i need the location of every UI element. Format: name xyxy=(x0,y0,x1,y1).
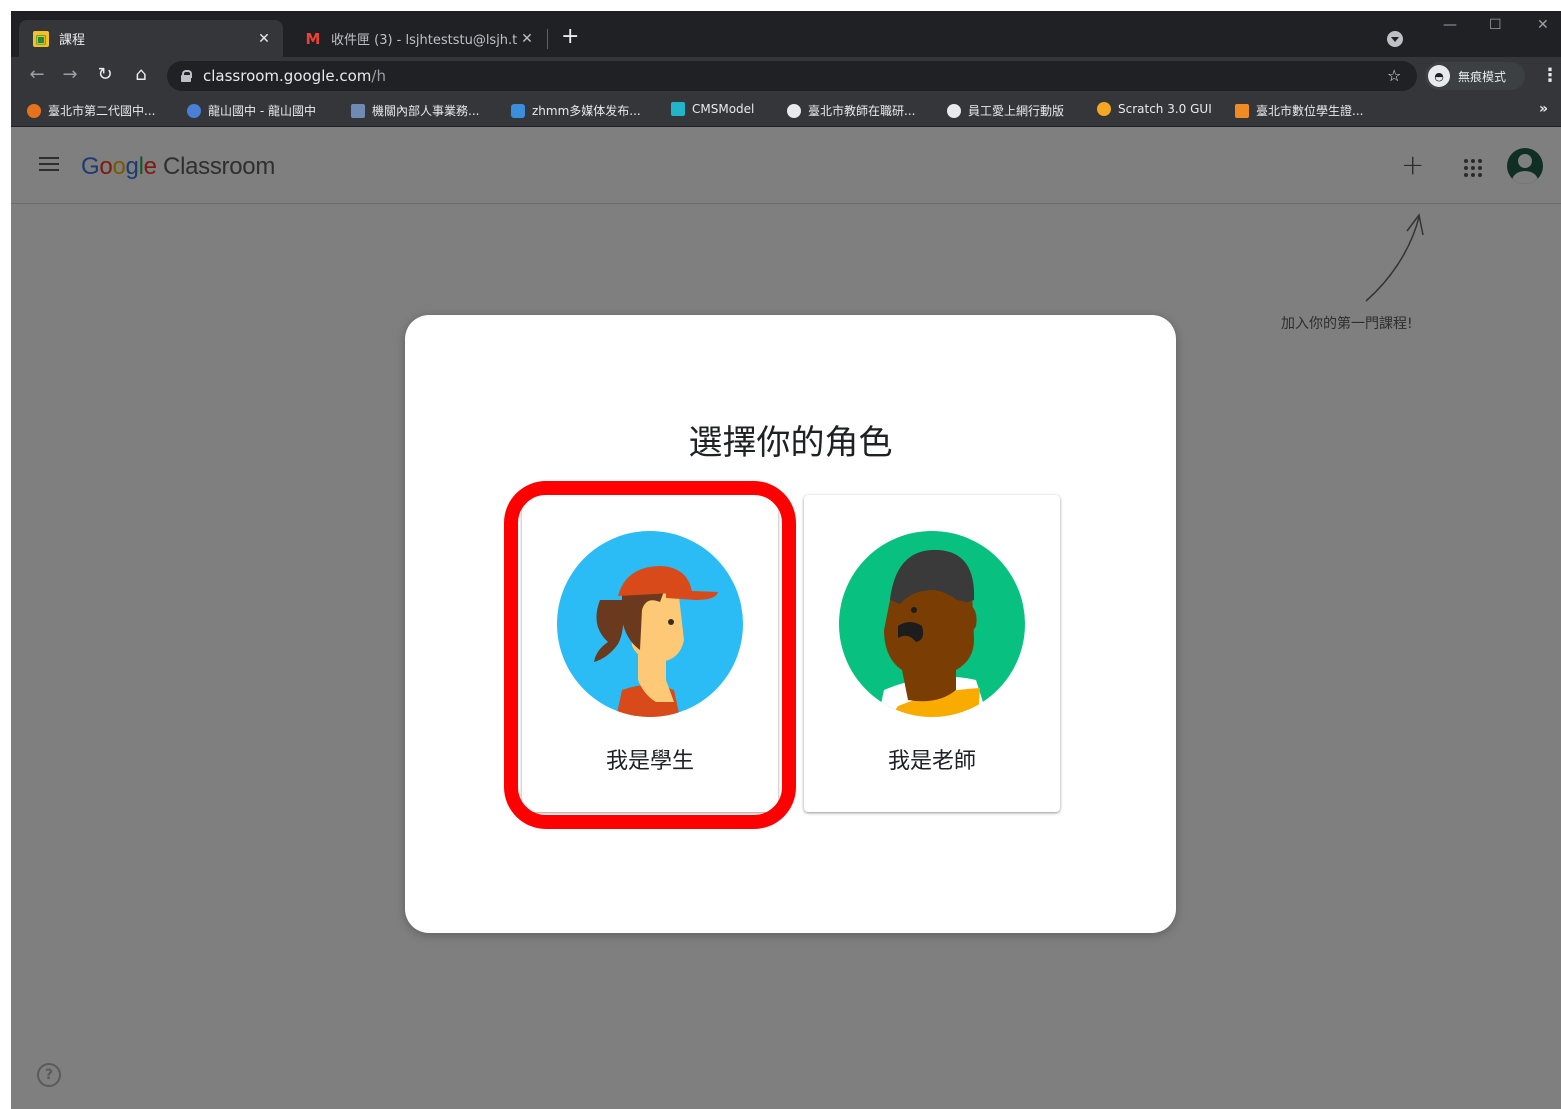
avatar[interactable] xyxy=(1507,148,1543,184)
bookmark-item[interactable]: 臺北市數位學生證... xyxy=(1235,102,1363,119)
minimize-button[interactable]: — xyxy=(1443,17,1457,33)
tab-title: 課程 xyxy=(59,33,86,48)
browser-toolbar: ← → ↻ ⌂ classroom.google.com/h ☆ ◓ 無痕模式 … xyxy=(11,57,1561,95)
bookmark-item[interactable]: 臺北市教師在職研... xyxy=(787,102,915,119)
main-menu-icon[interactable] xyxy=(39,157,59,173)
globe-icon xyxy=(947,103,961,118)
tab-search-button[interactable] xyxy=(1387,31,1403,47)
teacher-role-card[interactable]: 我是老師 xyxy=(804,495,1060,812)
help-icon[interactable]: ? xyxy=(37,1063,61,1087)
reload-button[interactable]: ↻ xyxy=(93,64,117,85)
student-role-label: 我是學生 xyxy=(605,749,694,774)
url-host: classroom.google.com xyxy=(203,67,372,85)
bookmark-label: 龍山國中 - 龍山國中 xyxy=(208,104,316,118)
browser-menu-icon[interactable]: ⋮ xyxy=(1541,65,1559,86)
bookmark-item[interactable]: 龍山國中 - 龍山國中 xyxy=(187,102,316,119)
bookmark-item[interactable]: 員工愛上網行動版 xyxy=(947,102,1064,119)
lock-icon xyxy=(181,70,192,82)
logo-google: Google xyxy=(81,153,157,180)
bookmark-favicon-icon xyxy=(1097,102,1111,116)
bookmark-label: 臺北市教師在職研... xyxy=(808,104,916,118)
bookmark-favicon-icon xyxy=(1235,103,1249,118)
dialog-title: 選擇你的角色 xyxy=(688,423,893,463)
close-icon[interactable]: ✕ xyxy=(518,31,536,47)
bookmark-item[interactable]: 臺北市第二代國中... xyxy=(27,102,155,119)
incognito-label: 無痕模式 xyxy=(1458,69,1507,84)
hint-arrow-icon xyxy=(1365,213,1424,302)
student-role-card[interactable]: 我是學生 xyxy=(522,495,778,812)
teacher-role-label: 我是老師 xyxy=(887,749,976,774)
bookmark-favicon-icon xyxy=(671,102,685,116)
bookmark-label: 員工愛上網行動版 xyxy=(968,104,1065,118)
role-dialog: 選擇你的角色 我是學生 我是老師 xyxy=(405,315,1176,933)
incognito-badge[interactable]: ◓ 無痕模式 xyxy=(1425,62,1525,90)
close-icon[interactable]: ✕ xyxy=(255,31,273,47)
bookmark-star-icon[interactable]: ☆ xyxy=(1387,66,1401,85)
bookmark-item[interactable]: zhmm多媒体发布... xyxy=(511,102,641,119)
globe-icon xyxy=(787,103,801,118)
logo-product: Classroom xyxy=(163,153,276,180)
forward-button[interactable]: → xyxy=(58,64,82,85)
app-header: Google Classroom + xyxy=(11,127,1561,204)
bookmark-favicon-icon xyxy=(187,103,201,118)
address-bar[interactable]: classroom.google.com/h xyxy=(167,61,1417,91)
incognito-icon: ◓ xyxy=(1428,65,1450,87)
first-class-hint: 加入你的第一門課程! xyxy=(1281,316,1413,332)
close-window-button[interactable]: ✕ xyxy=(1537,17,1549,33)
bookmark-label: 臺北市第二代國中... xyxy=(48,104,156,118)
bookmark-label: 機關內部人事業務... xyxy=(372,104,480,118)
browser-window: ▣ 課程 ✕ M 收件匣 (3) - lsjhteststu@lsjh.tp. … xyxy=(11,11,1561,1109)
back-button[interactable]: ← xyxy=(25,64,49,85)
tab-classroom[interactable]: ▣ 課程 ✕ xyxy=(19,20,283,57)
url-path: /h xyxy=(371,67,386,85)
gmail-icon: M xyxy=(305,29,321,48)
student-avatar-icon xyxy=(557,531,743,717)
home-button[interactable]: ⌂ xyxy=(129,64,153,85)
bookmark-label: CMSModel xyxy=(692,102,755,116)
bookmark-favicon-icon xyxy=(27,103,41,118)
bookmark-favicon-icon xyxy=(351,103,365,118)
google-apps-icon[interactable] xyxy=(1464,159,1482,177)
tab-title: 收件匣 (3) - lsjhteststu@lsjh.tp. xyxy=(331,33,518,48)
bookmark-label: Scratch 3.0 GUI xyxy=(1118,102,1212,116)
bookmark-label: zhmm多媒体发布... xyxy=(532,104,641,118)
bookmark-item[interactable]: CMSModel xyxy=(671,102,754,116)
new-tab-button[interactable]: + xyxy=(561,24,579,49)
teacher-avatar-icon xyxy=(839,531,1025,717)
bookmark-favicon-icon xyxy=(511,103,525,118)
bookmarks-overflow-icon[interactable]: » xyxy=(1539,101,1548,117)
tab-separator xyxy=(547,29,548,49)
tab-gmail[interactable]: M 收件匣 (3) - lsjhteststu@lsjh.tp. ✕ xyxy=(291,20,546,57)
bookmark-item[interactable]: Scratch 3.0 GUI xyxy=(1097,102,1212,116)
bookmark-label: 臺北市數位學生證... xyxy=(1256,104,1364,118)
classroom-icon: ▣ xyxy=(33,30,49,47)
add-class-button[interactable]: + xyxy=(1401,151,1424,179)
google-classroom-logo[interactable]: Google Classroom xyxy=(81,153,275,181)
bookmark-item[interactable]: 機關內部人事業務... xyxy=(351,102,479,119)
tab-strip: ▣ 課程 ✕ M 收件匣 (3) - lsjhteststu@lsjh.tp. … xyxy=(11,11,1561,57)
maximize-button[interactable]: ☐ xyxy=(1489,17,1502,33)
bookmarks-bar: 臺北市第二代國中... 龍山國中 - 龍山國中 機關內部人事業務... zhmm… xyxy=(11,95,1561,127)
